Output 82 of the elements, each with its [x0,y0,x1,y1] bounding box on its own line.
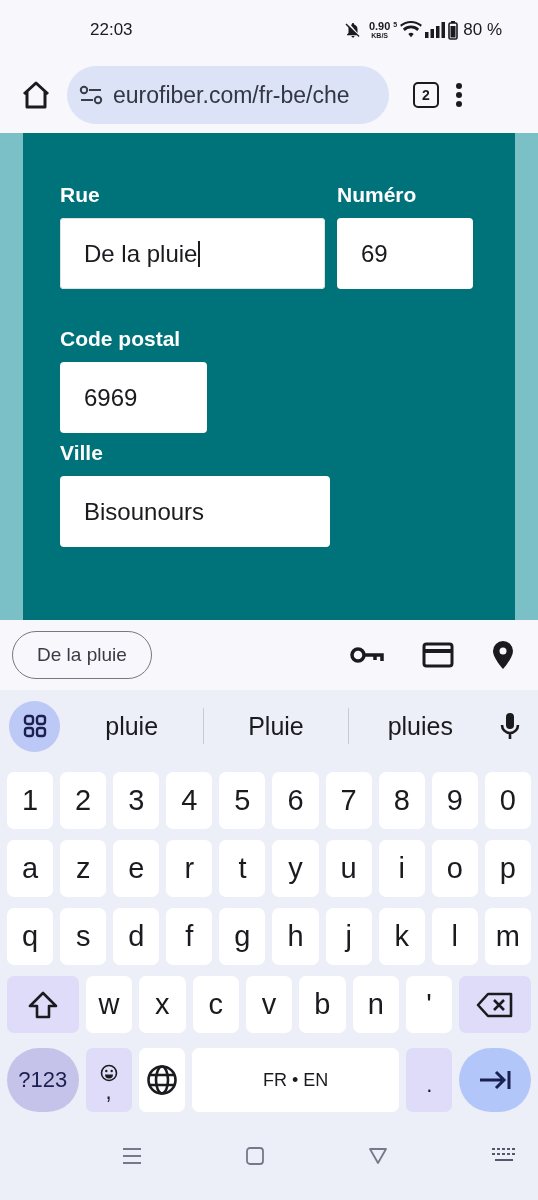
bell-off-icon [343,21,362,39]
back-icon[interactable] [367,1147,388,1165]
address-bar[interactable]: eurofiber.com/fr-be/che [67,66,389,124]
keyboard-key[interactable]: c [192,976,239,1033]
keyboard-key[interactable]: x [139,976,186,1033]
keyboard-key[interactable]: q [7,908,54,965]
keyboard-key[interactable]: 1 [7,772,54,829]
word-suggestion[interactable]: pluies [348,710,492,742]
symbols-key[interactable]: ?123 [7,1048,79,1112]
keyboard-key[interactable]: b [299,976,346,1033]
location-pin-icon[interactable] [492,640,514,670]
keyboard-key[interactable]: h [272,908,319,965]
backspace-key[interactable] [459,976,532,1033]
signal-icon [425,22,446,38]
keyboard-key[interactable]: 3 [113,772,160,829]
keyboard-key[interactable]: a [7,840,54,897]
keyboard-key[interactable]: 4 [166,772,213,829]
apps-grid-icon [22,714,47,738]
wifi-icon [400,21,423,39]
keyboard-key[interactable]: 9 [431,772,478,829]
keyboard-key[interactable]: 2 [60,772,107,829]
keyboard-key[interactable]: 6 [272,772,319,829]
keyboard-key[interactable]: d [113,908,160,965]
network-speed: 0.90 [368,21,391,32]
keyboard-key[interactable]: m [484,908,531,965]
text-field[interactable]: 6969 [60,362,207,433]
text-cursor [198,240,200,267]
keyboard-key[interactable]: p [484,840,531,897]
keyboard-key[interactable]: g [219,908,266,965]
tab-count-button[interactable]: 2 [413,82,439,108]
keyboard-key[interactable]: w [85,976,133,1033]
status-time: 22:03 [90,20,133,40]
keyboard-key[interactable]: u [325,840,372,897]
keyboard-key[interactable]: l [431,908,478,965]
word-suggestion[interactable]: Pluie [204,710,348,742]
keyboard-key[interactable]: j [325,908,372,965]
space-key[interactable]: FR • EN [191,1048,400,1112]
keyboard-key[interactable]: 0 [484,772,531,829]
keyboard-key[interactable]: s [60,908,107,965]
keyboard-key[interactable]: o [431,840,478,897]
keyboard-key[interactable]: k [378,908,425,965]
text-field[interactable]: Bisounours [60,476,330,547]
shift-key[interactable] [7,976,79,1033]
shift-arrow-icon [26,990,59,1019]
keyboard-key[interactable]: y [272,840,319,897]
keyboard-key[interactable]: 7 [325,772,372,829]
field-label: Numéro [337,183,418,207]
smiley-icon [99,1063,118,1082]
keyboard-key[interactable]: v [245,976,293,1033]
keyboard-key[interactable]: f [166,908,213,965]
period-key[interactable]: . [406,1048,453,1112]
globe-icon [145,1064,178,1096]
apps-grid-button[interactable] [9,700,60,752]
menu-icon[interactable] [455,82,463,108]
keyboard-key[interactable]: i [378,840,425,897]
credit-card-icon[interactable] [422,642,454,668]
text-field[interactable]: De la pluie [60,218,325,289]
emoji-comma-key[interactable]: , [85,1048,132,1112]
tab-arrow-icon [478,1069,513,1091]
home-icon[interactable] [21,81,51,109]
field-label: Rue [60,183,101,207]
microphone-icon[interactable] [500,712,520,740]
field-label: Ville [60,441,104,465]
keyboard-key[interactable]: t [219,840,266,897]
word-suggestion[interactable]: pluie [60,710,204,742]
home-button-icon[interactable] [244,1146,265,1166]
field-label: Code postal [60,327,182,351]
backspace-icon [476,991,515,1018]
keyboard-key[interactable]: r [166,840,213,897]
keyboard-key[interactable]: n [352,976,399,1033]
keyboard-key[interactable]: 5 [219,772,266,829]
battery-icon [448,20,459,40]
text-field[interactable]: 69 [337,218,473,289]
battery-level: 80 % [463,20,502,40]
language-key[interactable] [138,1048,185,1112]
recent-apps-icon[interactable] [121,1147,142,1165]
key-icon[interactable] [350,646,384,664]
keyboard-key[interactable]: z [60,840,107,897]
tune-icon[interactable] [79,85,103,105]
keyboard-key[interactable]: ' [405,976,453,1033]
keyboard-key[interactable]: 8 [378,772,425,829]
keyboard-key[interactable]: e [113,840,160,897]
